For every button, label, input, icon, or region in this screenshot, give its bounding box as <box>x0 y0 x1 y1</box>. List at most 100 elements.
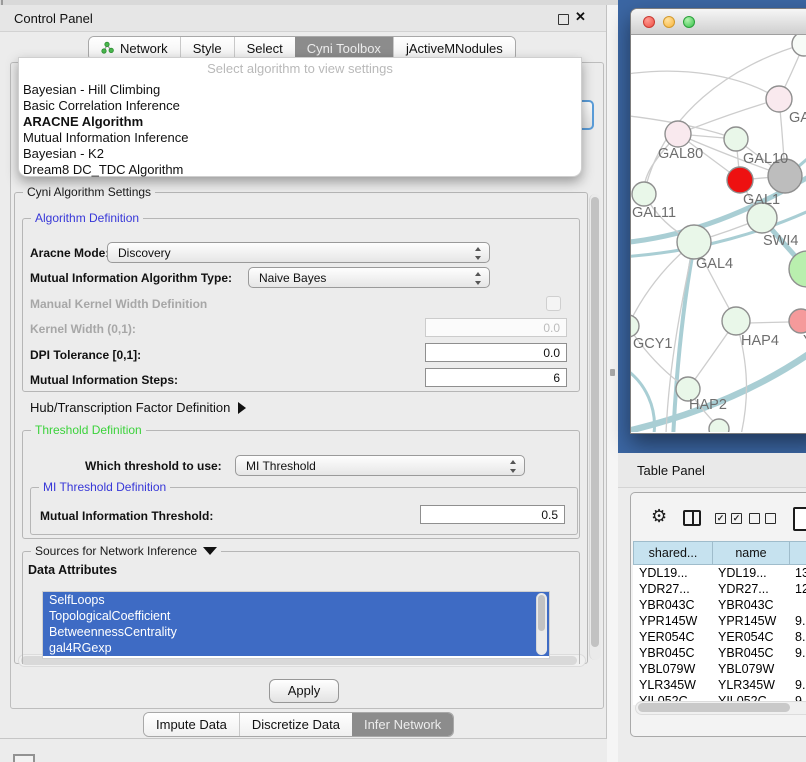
unchecked-checkbox-icon[interactable] <box>765 513 776 524</box>
hub-definition-expander[interactable]: Hub/Transcription Factor Definition <box>30 400 246 415</box>
attributes-scrollbar-thumb[interactable] <box>538 595 545 631</box>
attribute-item[interactable]: SelfLoops <box>43 592 549 608</box>
node-label: GAL <box>789 110 806 126</box>
network-window-titlebar[interactable] <box>631 9 806 35</box>
table-horizontal-scrollbar[interactable] <box>635 701 806 715</box>
screen: Control Panel ✕ Network Style <box>0 0 806 762</box>
checked-checkbox-icon[interactable]: ✓ <box>731 513 742 524</box>
gear-icon[interactable]: ⚙ <box>651 506 667 527</box>
tab-select-label: Select <box>247 41 283 56</box>
node-gal80[interactable] <box>665 121 691 147</box>
partial-corner-icon[interactable] <box>13 754 35 762</box>
table-body: YDL19...YDL19...13 YDR27...YDR27...12 YB… <box>633 565 806 705</box>
mi-threshold-field[interactable]: 0.5 <box>420 505 565 524</box>
node-label: HAP4 <box>741 333 779 349</box>
node-gal10[interactable] <box>724 127 748 151</box>
checked-checkbox-icon[interactable]: ✓ <box>715 513 726 524</box>
settings-scrollbar-thumb[interactable] <box>591 197 599 647</box>
algorithm-popup-placeholder: Select algorithm to view settings <box>19 61 581 76</box>
algorithm-option-selected[interactable]: ARACNE Algorithm <box>23 114 143 129</box>
tab-style-label: Style <box>193 41 222 56</box>
control-panel: Control Panel ✕ Network Style <box>0 5 607 739</box>
tab-infer-network-label: Infer Network <box>364 717 441 732</box>
mi-threshold-group-title: MI Threshold Definition <box>39 480 170 494</box>
edge <box>748 322 789 323</box>
node-unlabeled[interactable] <box>709 419 729 432</box>
table-row[interactable]: YLR345WYLR345W9. <box>633 677 806 693</box>
table-panel-window: ⚙ ✓ ✓ shared... name <box>630 492 806 737</box>
float-window-icon[interactable] <box>558 14 569 25</box>
node-y-partial[interactable] <box>789 309 806 333</box>
node-hap4[interactable] <box>722 307 750 335</box>
attribute-item[interactable]: gal4RGexp <box>43 640 549 656</box>
node-label: GAL80 <box>658 146 703 162</box>
aracne-mode-value: Discovery <box>118 246 171 260</box>
table-panel-titlebar: Table Panel <box>618 453 806 488</box>
attribute-item[interactable]: TopologicalCoefficient <box>43 608 549 624</box>
tab-impute-data[interactable]: Impute Data <box>144 713 239 736</box>
tab-network-label: Network <box>120 41 168 56</box>
close-icon[interactable]: ✕ <box>575 9 586 25</box>
node-label: SWI4 <box>763 233 798 249</box>
aracne-mode-combo[interactable]: Discovery <box>107 242 490 263</box>
table-hscrollbar-thumb[interactable] <box>638 703 790 712</box>
column-header[interactable]: name <box>713 542 790 565</box>
tab-discretize-data[interactable]: Discretize Data <box>239 713 352 736</box>
attributes-list-scrollbar[interactable] <box>536 593 547 655</box>
node-gal11[interactable] <box>632 182 656 206</box>
table-row[interactable]: YPR145WYPR145W9. <box>633 613 806 629</box>
node-label: GCY1 <box>633 336 673 352</box>
dpi-tolerance-label: DPI Tolerance [0,1]: <box>30 348 141 362</box>
dpi-tolerance-field[interactable]: 0.0 <box>425 343 567 362</box>
algorithm-option[interactable]: Bayesian - Hill Climbing <box>23 82 160 97</box>
attribute-item[interactable]: BetweennessCentrality <box>43 624 549 640</box>
algorithm-option[interactable]: Dream8 DC_TDC Algorithm <box>23 162 183 177</box>
kernel-width-field[interactable]: 0.0 <box>425 318 567 337</box>
sources-group-title[interactable]: Sources for Network Inference <box>31 544 221 558</box>
algorithm-option[interactable]: Bayesian - K2 <box>23 146 104 161</box>
table-panel-title: Table Panel <box>637 463 705 478</box>
mi-steps-field[interactable]: 6 <box>425 368 567 387</box>
combo-arrows-icon <box>510 460 517 473</box>
algorithm-dropdown-popup: Select algorithm to view settings Bayesi… <box>18 57 582 177</box>
splitter-handle-icon[interactable] <box>610 369 615 376</box>
minimize-traffic-light[interactable] <box>663 16 675 28</box>
table-row[interactable]: YDL19...YDL19...13 <box>633 565 806 581</box>
network-canvas[interactable]: GAL GAL80 GAL10 GAL1 GAL11 SWI4 GAL4 GCY… <box>631 35 806 432</box>
tab-infer-network[interactable]: Infer Network <box>352 713 453 736</box>
combo-arrows-icon <box>475 247 482 260</box>
algorithm-option[interactable]: Mutual Information Inference <box>23 130 188 145</box>
table-row[interactable]: YBR045CYBR045C9. <box>633 645 806 661</box>
close-traffic-light[interactable] <box>643 16 655 28</box>
which-threshold-combo[interactable]: MI Threshold <box>235 455 525 476</box>
node-gal4[interactable] <box>677 225 711 259</box>
settings-vertical-scrollbar[interactable] <box>589 194 601 660</box>
node-unlabeled[interactable] <box>792 35 806 56</box>
node-label: GAL10 <box>743 151 788 167</box>
node-bright-green[interactable] <box>789 251 806 287</box>
zoom-traffic-light[interactable] <box>683 16 695 28</box>
column-header[interactable] <box>790 542 806 565</box>
tab-impute-data-label: Impute Data <box>156 717 227 732</box>
node-gcy1[interactable] <box>631 315 639 337</box>
unchecked-checkbox-icon[interactable] <box>749 513 760 524</box>
table-row[interactable]: YBR043CYBR043C <box>633 597 806 613</box>
table-row[interactable]: YBL079WYBL079W <box>633 661 806 677</box>
node-gal-partial[interactable] <box>766 86 792 112</box>
table-row[interactable]: YDR27...YDR27...12 <box>633 581 806 597</box>
apply-button[interactable]: Apply <box>269 679 339 703</box>
node-label: GAL11 <box>632 205 676 221</box>
node-label: HAP2 <box>689 397 727 413</box>
kernel-width-label: Kernel Width (0,1): <box>30 322 136 336</box>
column-header[interactable]: shared... <box>634 542 713 565</box>
node-table: shared... name YDL19...YDL19...13 YDR27.… <box>633 541 806 705</box>
data-attributes-list: SelfLoops TopologicalCoefficient Between… <box>42 591 550 659</box>
split-columns-icon[interactable] <box>683 510 701 526</box>
page-icon[interactable] <box>793 507 806 531</box>
node-gal1[interactable] <box>727 167 753 193</box>
mi-type-combo[interactable]: Naive Bayes <box>248 267 490 288</box>
manual-kernel-checkbox[interactable] <box>546 296 561 311</box>
algorithm-option[interactable]: Basic Correlation Inference <box>23 98 180 113</box>
table-row[interactable]: YER054CYER054C8. <box>633 629 806 645</box>
manual-kernel-label: Manual Kernel Width Definition <box>30 297 207 311</box>
